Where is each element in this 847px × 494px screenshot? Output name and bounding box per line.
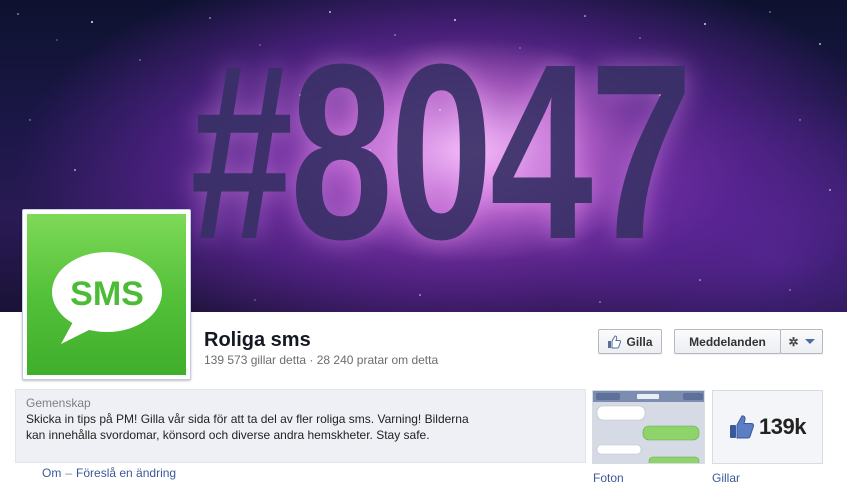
page-category: Gemenskap <box>26 396 91 410</box>
page-description: Skicka in tips på PM! Gilla vår sida för… <box>26 412 469 442</box>
photos-thumbnail[interactable] <box>592 390 705 464</box>
likes-box[interactable]: 139k <box>712 390 823 464</box>
settings-dropdown-button[interactable]: ✲ <box>780 329 823 354</box>
gear-icon: ✲ <box>788 334 799 349</box>
page-title: Roliga sms <box>204 329 311 351</box>
sms-logo-icon: SMS <box>52 252 162 344</box>
likes-count: 139k <box>759 414 806 439</box>
like-button-label: Gilla <box>626 334 653 349</box>
about-links: Om – Föreslå en ändring <box>42 466 176 480</box>
page-stats: 139 573 gillar detta · 28 240 pratar om … <box>204 353 439 367</box>
about-section: Gemenskap Skicka in tips på PM! Gilla vå… <box>15 389 586 463</box>
like-button[interactable]: Gilla <box>598 329 662 354</box>
thumbs-up-icon <box>608 334 622 348</box>
sms-screenshot-thumbnail <box>593 391 704 463</box>
message-button[interactable]: Meddelanden <box>674 329 781 354</box>
thumbs-up-icon <box>730 415 755 439</box>
suggest-edit-link[interactable]: Föreslå en ändring <box>76 466 176 480</box>
photos-link[interactable]: Foton <box>593 471 624 485</box>
chevron-down-icon <box>804 339 815 344</box>
message-button-label: Meddelanden <box>689 334 766 349</box>
likes-link[interactable]: Gillar <box>712 471 740 485</box>
sms-logo-text: SMS <box>70 275 144 313</box>
separator: – <box>65 466 73 480</box>
profile-picture[interactable]: SMS <box>22 209 191 380</box>
about-link[interactable]: Om <box>42 466 61 480</box>
cover-hashtag-text: #8047 <box>190 12 693 291</box>
